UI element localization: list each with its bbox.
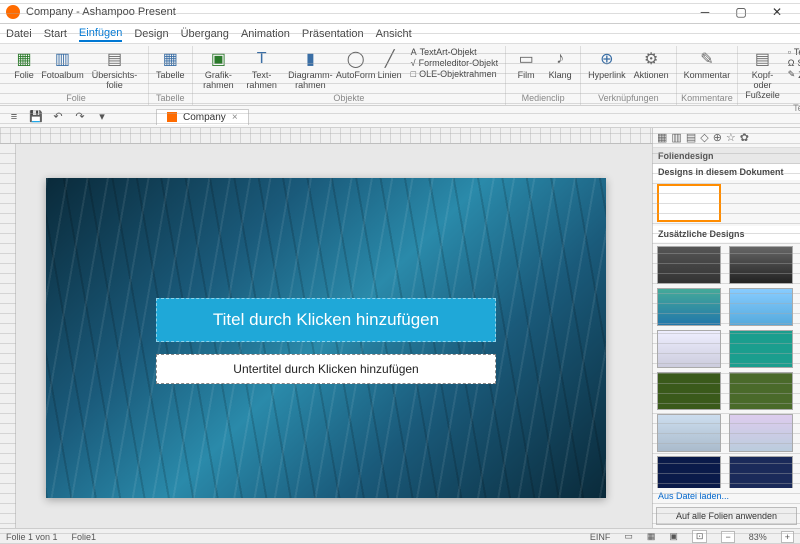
workarea: Titel durch Klicken hinzufügen Untertite…	[0, 128, 800, 528]
title-placeholder[interactable]: Titel durch Klicken hinzufügen	[156, 298, 496, 342]
subtitle-placeholder[interactable]: Untertitel durch Klicken hinzufügen	[156, 354, 496, 384]
slide[interactable]: Titel durch Klicken hinzufügen Untertite…	[46, 178, 606, 498]
slide-canvas[interactable]: Titel durch Klicken hinzufügen Untertite…	[16, 144, 652, 528]
vertical-ruler	[0, 144, 16, 528]
